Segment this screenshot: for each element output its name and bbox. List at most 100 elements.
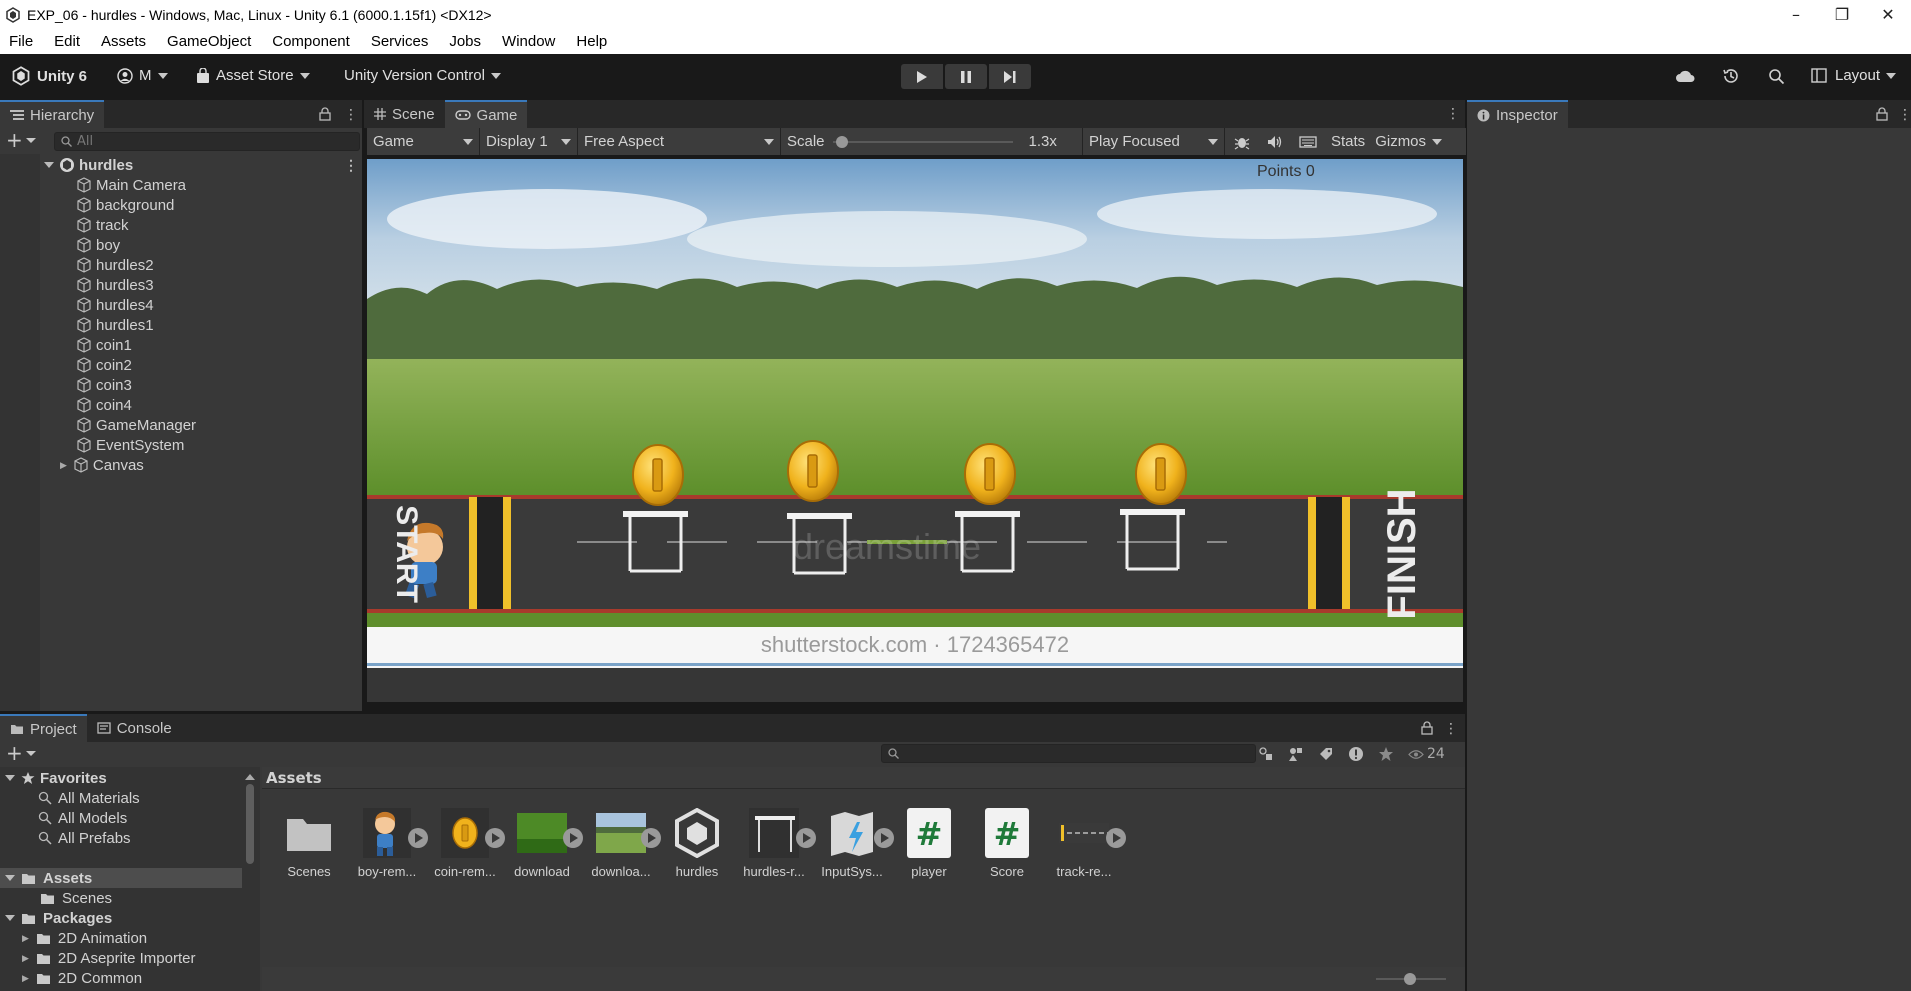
- favorites-header[interactable]: Favorites: [5, 768, 107, 788]
- filter-by-type-icon[interactable]: [1288, 746, 1304, 762]
- expand-subassets-icon[interactable]: [563, 828, 583, 848]
- kebab-menu-icon[interactable]: ⋮: [344, 157, 358, 174]
- play-button[interactable]: [901, 64, 943, 89]
- favorite-star-icon[interactable]: [1378, 746, 1394, 762]
- thumbnail-size-slider[interactable]: [1376, 973, 1446, 985]
- chevron-right-icon[interactable]: ▶: [22, 973, 29, 984]
- expand-subassets-icon[interactable]: [796, 828, 816, 848]
- restore-icon[interactable]: ❐: [1819, 0, 1865, 29]
- visible-count[interactable]: 24: [1408, 746, 1445, 762]
- packages-folder[interactable]: Packages: [5, 908, 112, 928]
- menu-file[interactable]: File: [9, 33, 33, 50]
- layout-dropdown[interactable]: Layout: [1811, 67, 1897, 84]
- expand-subassets-icon[interactable]: [485, 828, 505, 848]
- chevron-right-icon[interactable]: ▶: [22, 933, 29, 944]
- hierarchy-item[interactable]: boy: [76, 235, 120, 255]
- warning-icon[interactable]: [1348, 746, 1364, 762]
- hierarchy-item[interactable]: background: [76, 195, 174, 215]
- stats-button[interactable]: Stats: [1325, 133, 1371, 150]
- project-search-input[interactable]: [881, 744, 1256, 763]
- hierarchy-item[interactable]: hurdles3: [76, 275, 154, 295]
- hierarchy-item[interactable]: coin4: [76, 395, 132, 415]
- folder-item[interactable]: Scenes: [40, 888, 112, 908]
- tab-hierarchy[interactable]: Hierarchy: [0, 100, 105, 128]
- version-control-dropdown[interactable]: Unity Version Control: [344, 67, 501, 84]
- kebab-menu-icon[interactable]: ⋮: [344, 107, 358, 123]
- hierarchy-item[interactable]: coin3: [76, 375, 132, 395]
- close-icon[interactable]: ✕: [1865, 0, 1911, 29]
- menu-jobs[interactable]: Jobs: [449, 33, 481, 50]
- cloud-icon[interactable]: [1675, 69, 1695, 83]
- asset-item[interactable]: Scenes: [272, 808, 346, 879]
- hierarchy-item[interactable]: coin1: [76, 335, 132, 355]
- menu-assets[interactable]: Assets: [101, 33, 146, 50]
- search-by-type-icon[interactable]: [1258, 746, 1274, 762]
- tab-game[interactable]: Game: [444, 100, 528, 128]
- thumbnail-size-thumb[interactable]: [1404, 973, 1416, 985]
- menu-edit[interactable]: Edit: [54, 33, 80, 50]
- label-tag-icon[interactable]: [1318, 746, 1334, 762]
- asset-item[interactable]: # player: [892, 808, 966, 879]
- search-icon[interactable]: [1768, 68, 1785, 85]
- audio-icon[interactable]: [1259, 135, 1291, 149]
- hierarchy-item[interactable]: ▶ Canvas: [60, 455, 144, 475]
- hierarchy-item[interactable]: EventSystem: [76, 435, 184, 455]
- package-item[interactable]: ▶ 2D Common: [22, 968, 142, 988]
- menu-help[interactable]: Help: [576, 33, 607, 50]
- menu-services[interactable]: Services: [371, 33, 429, 50]
- scale-slider-thumb[interactable]: [835, 135, 848, 148]
- asset-item[interactable]: hurdles: [660, 808, 734, 879]
- history-icon[interactable]: [1722, 67, 1740, 85]
- favorite-item[interactable]: All Materials: [38, 788, 140, 808]
- hierarchy-item[interactable]: hurdles1: [76, 315, 154, 335]
- tab-console[interactable]: Console: [87, 714, 182, 742]
- favorite-item[interactable]: All Models: [38, 808, 127, 828]
- minimize-icon[interactable]: –: [1773, 0, 1819, 29]
- tab-project[interactable]: Project: [0, 714, 87, 742]
- expand-subassets-icon[interactable]: [874, 828, 894, 848]
- kebab-menu-icon[interactable]: ⋮: [1898, 107, 1911, 123]
- kebab-menu-icon[interactable]: ⋮: [1444, 721, 1458, 737]
- lock-icon[interactable]: [1421, 721, 1433, 735]
- menu-component[interactable]: Component: [272, 33, 350, 50]
- hierarchy-item[interactable]: track: [76, 215, 129, 235]
- game-view[interactable]: START FINISH dreamstime shutterstock.com…: [367, 159, 1463, 702]
- project-create-button[interactable]: +: [6, 743, 36, 763]
- chevron-right-icon[interactable]: ▶: [60, 460, 67, 471]
- chevron-right-icon[interactable]: ▶: [22, 953, 29, 964]
- hierarchy-item[interactable]: hurdles2: [76, 255, 154, 275]
- project-tree-scrollbar[interactable]: [244, 772, 256, 988]
- assets-folder[interactable]: Assets: [5, 868, 92, 888]
- scene-root[interactable]: hurdles ⋮: [44, 155, 358, 175]
- expand-subassets-icon[interactable]: [1106, 828, 1126, 848]
- lock-icon[interactable]: [1876, 107, 1888, 121]
- expand-subassets-icon[interactable]: [641, 828, 661, 848]
- hierarchy-item[interactable]: hurdles4: [76, 295, 154, 315]
- pause-button[interactable]: [945, 64, 987, 89]
- play-focus-dropdown[interactable]: Play Focused: [1083, 128, 1225, 155]
- asset-store-dropdown[interactable]: Asset Store: [196, 67, 310, 84]
- keyboard-icon[interactable]: [1291, 135, 1325, 148]
- aspect-dropdown[interactable]: Free Aspect: [578, 128, 781, 155]
- account-dropdown[interactable]: M: [117, 67, 168, 84]
- display-dropdown[interactable]: Display 1: [480, 128, 578, 155]
- menu-window[interactable]: Window: [502, 33, 555, 50]
- bug-icon[interactable]: [1225, 134, 1259, 150]
- expand-subassets-icon[interactable]: [408, 828, 428, 848]
- kebab-menu-icon[interactable]: ⋮: [1446, 106, 1460, 122]
- hierarchy-item[interactable]: Main Camera: [76, 175, 186, 195]
- hierarchy-search-input[interactable]: All: [54, 132, 360, 151]
- gizmos-button[interactable]: Gizmos: [1371, 133, 1430, 150]
- lock-icon[interactable]: [319, 107, 331, 121]
- package-item[interactable]: ▶ 2D Aseprite Importer: [22, 948, 195, 968]
- game-mode-dropdown[interactable]: Game: [367, 128, 480, 155]
- scale-slider[interactable]: [832, 135, 1013, 148]
- menu-gameobject[interactable]: GameObject: [167, 33, 251, 50]
- tab-inspector[interactable]: Inspector: [1467, 100, 1568, 128]
- unity-version-button[interactable]: Unity 6: [11, 66, 87, 86]
- asset-item[interactable]: # Score: [970, 808, 1044, 879]
- package-item[interactable]: ▶ 2D Animation: [22, 928, 147, 948]
- create-button[interactable]: +: [6, 130, 36, 150]
- hierarchy-item[interactable]: coin2: [76, 355, 132, 375]
- favorite-item[interactable]: All Prefabs: [38, 828, 131, 848]
